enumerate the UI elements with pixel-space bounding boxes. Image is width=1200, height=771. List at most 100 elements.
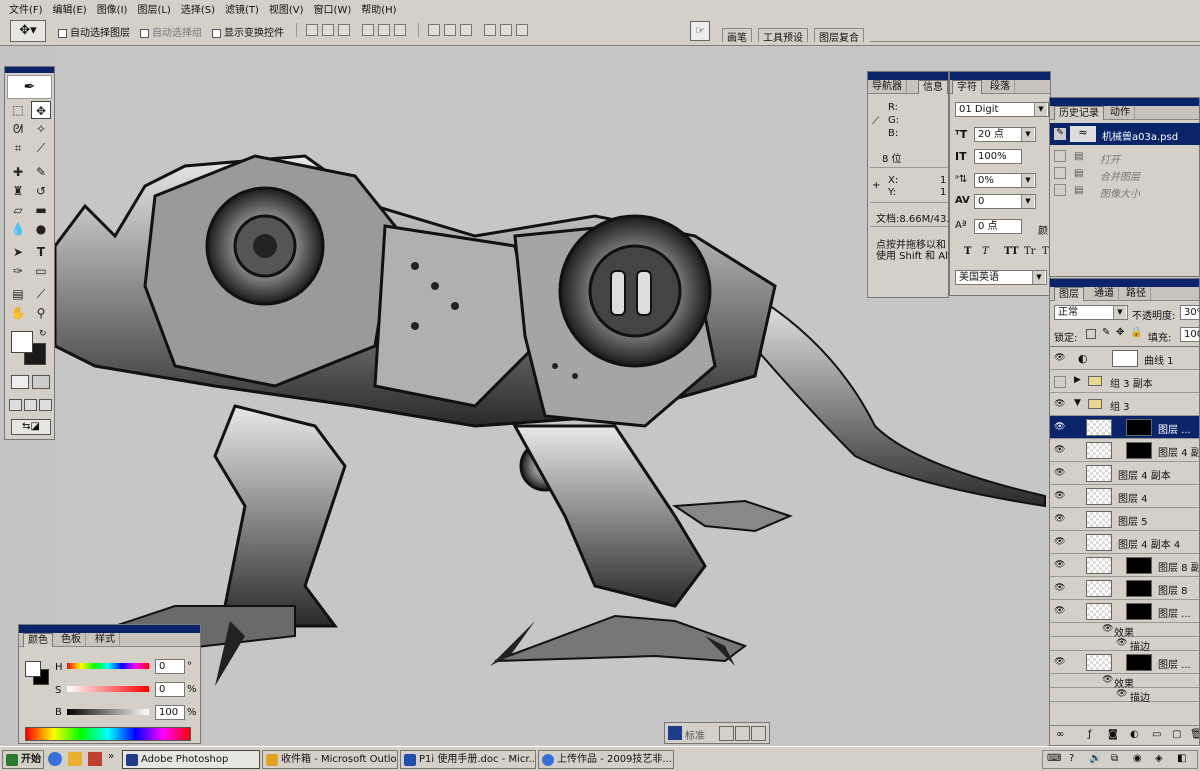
menu-file[interactable]: 文件(F) [4, 1, 48, 16]
layer-thumbnail[interactable] [1086, 419, 1112, 436]
delete-layer-icon[interactable]: 🗑 [1190, 729, 1199, 740]
fill-field[interactable]: 100% [1180, 327, 1199, 342]
new-group-icon[interactable]: ▭ [1152, 729, 1161, 740]
adjustment-layer-icon[interactable]: ◐ [1130, 729, 1139, 740]
history-brush-tool-icon[interactable]: ↺ [31, 182, 51, 200]
layer-mask-thumbnail[interactable] [1126, 557, 1152, 574]
layer-mask-thumbnail[interactable] [1126, 580, 1152, 597]
brightness-field[interactable]: 100 [155, 705, 185, 720]
tab-history[interactable]: 历史记录 [1054, 106, 1104, 120]
menu-select[interactable]: 选择(S) [176, 1, 220, 16]
visibility-eye-icon[interactable]: 👁 [1054, 657, 1066, 669]
history-step-row[interactable]: ▤ 合并图层 [1050, 165, 1200, 183]
distribute-top-icon[interactable] [428, 24, 440, 36]
mode-button-1[interactable] [719, 726, 734, 741]
visibility-off-icon[interactable] [1054, 376, 1066, 388]
auto-select-layer-option[interactable]: 自动选择图层 [58, 24, 130, 39]
layer-thumbnail[interactable] [1086, 511, 1112, 528]
dodge-tool-icon[interactable]: ● [31, 220, 51, 238]
visibility-eye-icon[interactable]: 👁 [1054, 399, 1066, 411]
layer-thumbnail[interactable] [1086, 442, 1112, 459]
screen-mode-full-icon[interactable] [39, 399, 52, 411]
align-left-icon[interactable] [362, 24, 374, 36]
path-selection-tool-icon[interactable]: ➤ [8, 243, 28, 261]
file-browser-icon[interactable]: ☞ [690, 21, 710, 41]
zoom-tool-icon[interactable]: ⚲ [31, 304, 51, 322]
layer-row[interactable]: 👁 图层 8 [1050, 577, 1199, 600]
layer-thumbnail[interactable] [1086, 465, 1112, 482]
layer-thumbnail[interactable] [1086, 488, 1112, 505]
standard-mode-icon[interactable] [11, 375, 29, 389]
faux-italic-button[interactable]: T [982, 246, 989, 257]
mode-button-2[interactable] [735, 726, 750, 741]
small-caps-button[interactable]: Tr [1024, 246, 1035, 257]
blur-tool-icon[interactable]: 💧 [8, 220, 28, 238]
ie-quicklaunch-icon[interactable] [48, 752, 62, 766]
task-photoshop[interactable]: Adobe Photoshop [122, 750, 260, 769]
tab-color[interactable]: 颜色 [23, 633, 53, 647]
visibility-eye-icon[interactable]: 👁 [1054, 445, 1066, 457]
magic-wand-tool-icon[interactable]: ✧ [31, 120, 51, 138]
hand-tool-icon[interactable]: ✋ [8, 304, 28, 322]
visibility-eye-icon[interactable]: 👁 [1054, 422, 1066, 434]
layer-mask-thumbnail[interactable] [1126, 419, 1152, 436]
clone-stamp-tool-icon[interactable]: ♜ [8, 182, 28, 200]
history-step-row[interactable]: ▤ 图像大小 [1050, 182, 1200, 200]
tray-icon-6[interactable]: ◧ [1177, 753, 1186, 764]
tray-icon-5[interactable]: ◈ [1155, 753, 1163, 764]
lock-transparency-icon[interactable] [1086, 329, 1096, 339]
history-source-checkbox[interactable] [1054, 184, 1066, 196]
vertical-scale-field[interactable]: 100% [974, 149, 1022, 164]
mode-button-3[interactable] [751, 726, 766, 741]
history-source-checkbox[interactable] [1054, 167, 1066, 179]
notes-tool-icon[interactable]: ▤ [8, 285, 28, 303]
kerning-select[interactable]: 0 [974, 194, 1036, 209]
layer-thumbnail[interactable] [1086, 603, 1112, 620]
color-ramp[interactable] [25, 727, 191, 741]
tray-icon-4[interactable]: ◉ [1133, 753, 1142, 764]
auto-select-layer-checkbox[interactable] [58, 28, 67, 38]
eraser-tool-icon[interactable]: ▱ [8, 201, 28, 219]
well-tab-layer-comps[interactable]: 图层复合 [814, 28, 864, 44]
menu-edit[interactable]: 编辑(E) [48, 1, 92, 16]
layer-row[interactable]: 👁 图层 ... [1050, 416, 1199, 439]
history-step-row[interactable]: ▤ 打开 [1050, 148, 1200, 166]
layer-mask-thumbnail[interactable] [1126, 442, 1152, 459]
tab-swatches[interactable]: 色板 [57, 633, 86, 647]
distribute-hcenter-icon[interactable] [500, 24, 512, 36]
lasso-tool-icon[interactable]: ᘛ [8, 120, 28, 138]
font-size-select[interactable]: 20 点 [974, 127, 1036, 142]
tracking-select[interactable]: 0% [974, 173, 1036, 188]
auto-select-group-checkbox[interactable] [140, 28, 149, 38]
tab-character[interactable]: 字符 [952, 80, 982, 94]
effect-visibility-icon[interactable]: 👁 [1116, 638, 1127, 648]
layer-thumbnail[interactable] [1086, 580, 1112, 597]
layer-mask-thumbnail[interactable] [1126, 603, 1152, 620]
tab-actions[interactable]: 动作 [1106, 106, 1135, 120]
task-word[interactable]: P1i 使用手册.doc - Micr... [400, 750, 536, 769]
baseline-shift-field[interactable]: 0 点 [974, 219, 1022, 234]
tab-channels[interactable]: 通道 [1090, 287, 1119, 301]
hue-slider[interactable] [67, 663, 149, 669]
menu-filter[interactable]: 滤镜(T) [220, 1, 264, 16]
quicklaunch-icon-2[interactable] [68, 752, 82, 766]
tab-styles[interactable]: 样式 [91, 633, 120, 647]
marquee-tool-icon[interactable]: ⬚ [8, 101, 28, 119]
healing-brush-tool-icon[interactable]: ✚ [8, 163, 28, 181]
layer-row[interactable]: 👁 图层 4 副 [1050, 439, 1199, 462]
quicklaunch-icon-3[interactable] [88, 752, 102, 766]
show-transform-checkbox[interactable] [212, 28, 221, 38]
help-icon[interactable]: ? [1069, 753, 1074, 764]
tab-paragraph[interactable]: 段落 [986, 80, 1015, 94]
volume-icon[interactable]: 🔊 [1089, 753, 1101, 764]
layer-mask-thumbnail[interactable] [1126, 654, 1152, 671]
visibility-eye-icon[interactable]: 👁 [1054, 560, 1066, 572]
gradient-tool-icon[interactable]: ▬ [31, 201, 51, 219]
menu-layer[interactable]: 图层(L) [132, 1, 175, 16]
panel-titlebar[interactable] [868, 72, 948, 80]
menu-window[interactable]: 窗口(W) [309, 1, 357, 16]
visibility-eye-icon[interactable]: 👁 [1054, 583, 1066, 595]
layer-row[interactable]: 👁 图层 5 [1050, 508, 1199, 531]
lock-all-icon[interactable]: 🔒 [1130, 327, 1142, 338]
history-snapshot-row[interactable]: ✎ ≈ 机械兽a03a.psd [1050, 123, 1200, 145]
